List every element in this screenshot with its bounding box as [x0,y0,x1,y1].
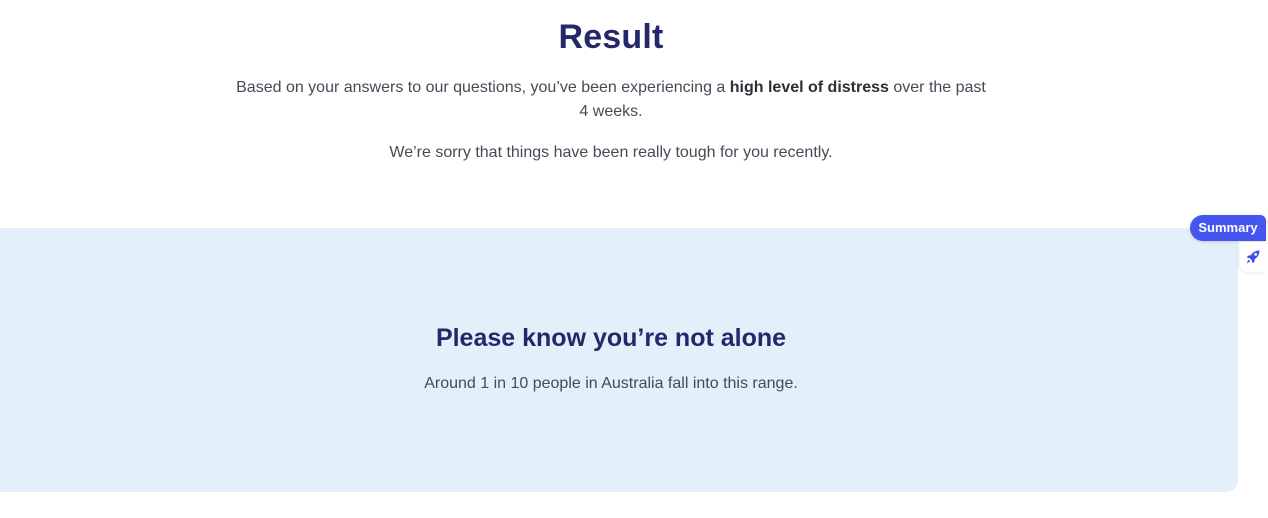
not-alone-title: Please know you’re not alone [435,324,787,352]
not-alone-panel: Please know you’re not alone Around 1 in… [0,228,1238,492]
sympathy-text: We’re sorry that things have been really… [389,144,833,161]
result-description-start: Based on your answers to our questions, … [236,79,730,96]
rocket-icon [1246,250,1260,264]
distress-level-text: high level of distress [729,79,889,96]
summary-button[interactable]: Summary [1190,215,1266,241]
result-title: Result [558,18,664,56]
rocket-button[interactable] [1240,242,1266,272]
result-description: Based on your answers to our questions, … [231,76,991,124]
page: Result Based on your answers to our ques… [0,0,1268,518]
not-alone-text: Around 1 in 10 people in Australia fall … [424,375,798,392]
